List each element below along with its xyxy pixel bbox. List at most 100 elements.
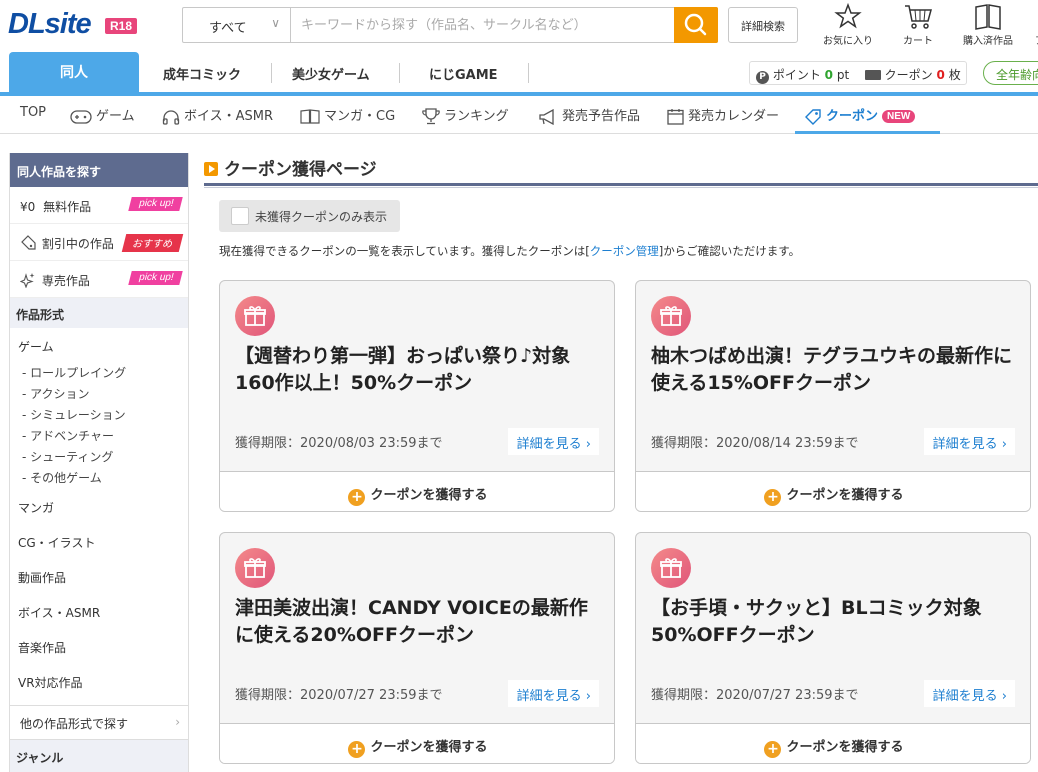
sidebar-item-video[interactable]: 動画作品 <box>10 563 188 598</box>
header-overflow-link[interactable]: ア <box>1030 2 1038 47</box>
subnav-coupon-label: クーポン <box>826 109 879 124</box>
search-input[interactable] <box>293 8 673 42</box>
get-coupon-button[interactable]: + クーポンを獲得する <box>220 723 614 763</box>
site-header: DLsite R18 すべて ∨ 詳細検索 お気に入り カート 購入済作品 ア <box>0 0 1038 52</box>
headphones-icon <box>162 109 180 125</box>
subnav-ranking[interactable]: ランキング <box>422 105 509 125</box>
subnav-manga[interactable]: マンガ・CG <box>300 105 395 124</box>
book-icon <box>300 109 320 124</box>
get-coupon-label: クーポンを獲得する <box>786 488 904 503</box>
trophy-icon <box>422 108 440 125</box>
coupon-card: 【週替わり第一弾】おっぱい祭り♪対象160作以上！50%クーポン 獲得期限：20… <box>219 280 615 512</box>
sidebar-sub-action[interactable]: - アクション <box>10 384 188 405</box>
coupon-deadline: 獲得期限：2020/07/27 23:59まで <box>651 688 859 703</box>
coupon-detail-link[interactable]: 詳細を見る › <box>923 680 1015 707</box>
points-value: 0 <box>824 68 834 82</box>
coupon-detail-link[interactable]: 詳細を見る › <box>923 428 1015 455</box>
subnav-ranking-label: ランキング <box>444 109 509 124</box>
all-ages-toggle[interactable]: 全年齢向 <box>983 61 1038 85</box>
detail-label: 詳細を見る <box>516 437 582 452</box>
filter-checkbox[interactable] <box>231 207 249 225</box>
search-bar: すべて ∨ <box>182 7 718 43</box>
get-coupon-button[interactable]: + クーポンを獲得する <box>636 723 1030 763</box>
subnav-manga-label: マンガ・CG <box>324 109 396 124</box>
coupon-management-link[interactable]: クーポン管理 <box>590 244 659 258</box>
r18-badge: R18 <box>105 18 138 34</box>
coupon-title: 【お手頃・サクッと】BLコミック対象50%OFFクーポン <box>651 597 982 646</box>
get-coupon-button[interactable]: + クーポンを獲得する <box>636 471 1030 511</box>
subnav-upcoming-label: 発売予告作品 <box>562 109 641 124</box>
favorites-link[interactable]: お気に入り <box>818 2 878 47</box>
sidebar-item-exclusive[interactable]: 専売作品 pick up! <box>10 261 188 298</box>
coupon-title: 柚木つばめ出演！テグラユウキの最新作に使える15%OFFクーポン <box>651 345 1013 394</box>
sidebar: 同人作品を探す ¥0 無料作品 pick up! 割引中の作品 おすすめ 専売作… <box>9 153 189 772</box>
sidebar-sub-shooting[interactable]: - シューティング <box>10 447 188 468</box>
tag-icon <box>805 108 821 125</box>
coupon-detail-link[interactable]: 詳細を見る › <box>507 680 599 707</box>
subnav-upcoming[interactable]: 発売予告作品 <box>538 105 640 125</box>
unclaimed-only-filter[interactable]: 未獲得クーポンのみ表示 <box>219 200 400 232</box>
star-icon <box>834 2 862 29</box>
sidebar-item-music[interactable]: 音楽作品 <box>10 633 188 668</box>
sidebar-sub-adventure[interactable]: - アドベンチャー <box>10 426 188 447</box>
pickup-tag: pick up! <box>127 271 183 285</box>
title-divider-thin <box>204 187 1038 188</box>
purchased-link[interactable]: 購入済作品 <box>958 2 1018 47</box>
recommend-tag: おすすめ <box>121 234 184 252</box>
coupon-label: クーポン <box>884 68 933 82</box>
advanced-search-button[interactable]: 詳細検索 <box>728 7 798 43</box>
active-tab-indicator <box>795 131 940 134</box>
tab-doujin[interactable]: 同人 <box>9 52 139 92</box>
chevron-down-icon: ∨ <box>271 16 280 30</box>
tab-divider <box>399 63 400 83</box>
points-unit: pt <box>836 68 850 82</box>
subnav-top[interactable]: TOP <box>20 105 46 120</box>
get-coupon-button[interactable]: + クーポンを獲得する <box>220 471 614 511</box>
site-logo[interactable]: DLsite <box>8 8 92 41</box>
sidebar-item-game[interactable]: ゲーム <box>10 338 188 360</box>
sidebar-sub-other-game[interactable]: - その他ゲーム <box>10 468 188 489</box>
get-coupon-label: クーポンを獲得する <box>786 740 904 755</box>
plus-icon: + <box>348 741 366 758</box>
points-coupon-status[interactable]: P ポイント 0 pt クーポン 0 枚 <box>749 61 967 85</box>
sidebar-item-vr[interactable]: VR対応作品 <box>10 668 188 703</box>
sidebar-section-format: 作品形式 <box>10 298 188 328</box>
sidebar-item-free[interactable]: ¥0 無料作品 pick up! <box>10 187 188 224</box>
sidebar-item-cg[interactable]: CG・イラスト <box>10 528 188 563</box>
sidebar-sub-rpg[interactable]: - ロールプレイング <box>10 363 188 384</box>
search-button[interactable] <box>674 7 718 43</box>
sidebar-sub-simulation[interactable]: - シミュレーション <box>10 405 188 426</box>
point-icon: P <box>756 71 769 84</box>
subnav-coupon[interactable]: クーポン NEW <box>804 105 916 126</box>
cart-link[interactable]: カート <box>896 2 940 47</box>
sidebar-other-formats[interactable]: 他の作品形式で探す › <box>10 705 188 740</box>
tab-niji-game[interactable]: にじGAME <box>429 64 498 83</box>
search-category-select[interactable]: すべて ∨ <box>183 8 291 42</box>
desc-before: 現在獲得できるクーポンの一覧を表示しています。獲得したクーポンは[ <box>219 244 590 258</box>
gamepad-icon <box>70 109 92 124</box>
gift-icon <box>651 548 691 588</box>
coupon-description: 現在獲得できるクーポンの一覧を表示しています。獲得したクーポンは[クーポン管理]… <box>219 243 800 259</box>
get-coupon-label: クーポンを獲得する <box>370 740 488 755</box>
page-title-text: クーポン獲得ページ <box>224 160 377 180</box>
chevron-right-icon: › <box>1001 689 1007 704</box>
subnav-calendar[interactable]: 発売カレンダー <box>667 105 779 125</box>
play-marker-icon <box>204 162 218 176</box>
subnav-game[interactable]: ゲーム <box>70 105 135 124</box>
tab-bishoujo-game[interactable]: 美少女ゲーム <box>292 64 370 83</box>
coupon-detail-link[interactable]: 詳細を見る › <box>507 428 599 455</box>
coupon-deadline: 獲得期限：2020/07/27 23:59まで <box>235 688 443 703</box>
coupon-title: 津田美波出演！CANDY VOICEの最新作に使える20%OFFクーポン <box>235 597 588 646</box>
detail-label: 詳細を見る <box>932 689 998 704</box>
coupon-title: 【週替わり第一弾】おっぱい祭り♪対象160作以上！50%クーポン <box>235 345 571 394</box>
subnav-voice[interactable]: ボイス・ASMR <box>162 105 273 125</box>
subnav-game-label: ゲーム <box>96 109 135 124</box>
sidebar-item-label: 無料作品 <box>43 200 92 214</box>
tab-adult-comic[interactable]: 成年コミック <box>163 64 241 83</box>
book-icon <box>975 4 1001 30</box>
plus-icon: + <box>764 741 782 758</box>
sidebar-item-manga[interactable]: マンガ <box>10 493 188 528</box>
purchased-label: 購入済作品 <box>963 36 1013 47</box>
sidebar-item-discount[interactable]: 割引中の作品 おすすめ <box>10 224 188 261</box>
sidebar-item-voice[interactable]: ボイス・ASMR <box>10 598 188 633</box>
